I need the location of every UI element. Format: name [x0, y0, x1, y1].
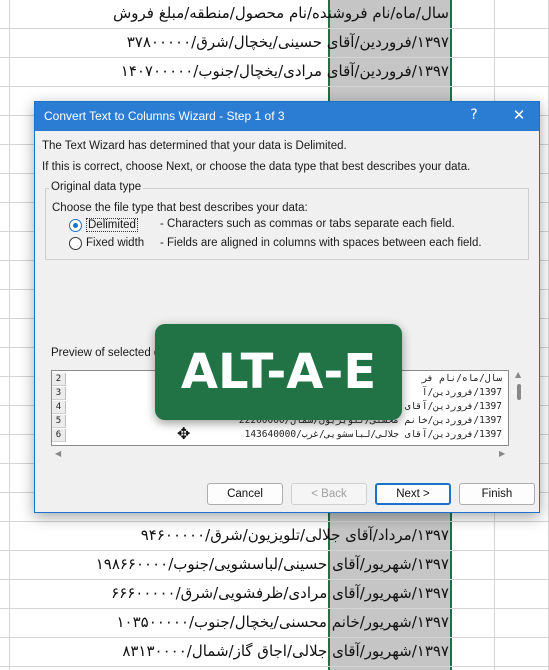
sheet-row[interactable]: ۱۳۹۷/شهریور/آقای حسینی/لباسشویی/جنوب/۱۹۸… [0, 551, 549, 580]
help-icon[interactable]: ? [465, 107, 483, 123]
scroll-right-icon[interactable]: ▶ [499, 449, 505, 458]
preview-row-number: 5 [52, 415, 66, 428]
next-button[interactable]: Next > [375, 483, 451, 505]
scroll-left-icon[interactable]: ◀ [55, 449, 61, 458]
move-cursor-icon: ✥ [177, 424, 191, 443]
delimited-radio[interactable] [69, 219, 82, 232]
sheet-row[interactable]: ۱۳۹۷/شهریور/خانم محسنی/یخچال/جنوب/۱۰۳۵۰۰… [0, 609, 549, 638]
cell-text: ۱۳۹۷/شهریور/آقای مرادی/ظرفشویی/شرق/۶۶۶۰۰… [111, 584, 449, 602]
sheet-row[interactable]: سال/ماه/نام فروشنده/نام محصول/منطقه/مبلغ… [0, 0, 549, 29]
text-to-columns-dialog: Convert Text to Columns Wizard - Step 1 … [34, 101, 540, 513]
finish-button[interactable]: Finish [459, 483, 535, 505]
cell-text: ۱۳۹۷/فروردین/آقای حسینی/یخچال/شرق/۳۷۸۰۰۰… [126, 33, 449, 51]
cancel-button[interactable]: Cancel [207, 483, 283, 505]
fixed-width-description: - Fields are aligned in columns with spa… [160, 237, 482, 249]
cell-text: ۱۳۹۷/شهریور/آقای جلالی/اجاق گاز/شمال/۸۳۱… [122, 642, 449, 660]
cell-text: ۱۳۹۷/شهریور/آقای حسینی/لباسشویی/جنوب/۱۹۸… [95, 555, 449, 573]
dialog-titlebar[interactable]: Convert Text to Columns Wizard - Step 1 … [35, 102, 539, 131]
sheet-row[interactable]: ۱۳۹۷/مرداد/آقای جلالی/تلویزیون/شرق/۹۴۶۰۰… [0, 522, 549, 551]
choose-label: Choose the file type that best describes… [52, 202, 308, 214]
dialog-title: Convert Text to Columns Wizard - Step 1 … [44, 109, 285, 123]
intro-text-2: If this is correct, choose Next, or choo… [42, 161, 471, 173]
close-icon[interactable]: ✕ [509, 106, 529, 124]
group-label: Original data type [49, 181, 144, 193]
cell-text: ۱۳۹۷/شهریور/خانم محسنی/یخچال/جنوب/۱۰۳۵۰۰… [116, 613, 449, 631]
preview-row-text: 1397/فروردین/آقای جلالی/لباسشویی/غرب/143… [244, 429, 502, 440]
preview-row-text: 1397/فروردین/آ [421, 387, 502, 398]
cell-text: ۱۳۹۷/مرداد/آقای جلالی/تلویزیون/شرق/۹۴۶۰۰… [140, 526, 449, 544]
preview-vertical-scrollbar[interactable]: ▲ [514, 370, 524, 446]
delimited-label[interactable]: Delimited [86, 218, 138, 232]
preview-label: Preview of selected d [51, 347, 161, 359]
intro-text-1: The Text Wizard has determined that your… [42, 140, 347, 152]
preview-row-number: 3 [52, 387, 66, 400]
fixed-width-radio[interactable] [69, 237, 82, 250]
preview-row-text: 1397/فروردین/آقای [404, 401, 502, 412]
sheet-row[interactable]: ۱۳۹۷/شهریور/آقای جلالی/اجاق گاز/شمال/۸۳۱… [0, 638, 549, 667]
scroll-thumb[interactable] [517, 384, 521, 400]
cell-text: ۱۳۹۷/فروردین/آقای مرادی/یخچال/جنوب/۱۴۰۷۰… [120, 62, 449, 80]
fixed-width-label[interactable]: Fixed width [86, 237, 144, 249]
preview-row-number: 4 [52, 401, 66, 414]
preview-row-number: 2 [52, 373, 66, 386]
cell-text: سال/ماه/نام فروشنده/نام محصول/منطقه/مبلغ… [112, 4, 449, 22]
preview-row-text: سال/ماه/نام فر [421, 373, 502, 384]
preview-horizontal-scrollbar[interactable]: ◀ ▶ [51, 449, 509, 459]
scroll-up-icon[interactable]: ▲ [515, 370, 521, 379]
preview-row-number: 6 [52, 429, 66, 442]
back-button[interactable]: < Back [291, 483, 367, 505]
sheet-row[interactable]: ۱۳۹۷/فروردین/آقای حسینی/یخچال/شرق/۳۷۸۰۰۰… [0, 29, 549, 58]
sheet-row[interactable]: ۱۳۹۷/فروردین/آقای مرادی/یخچال/جنوب/۱۴۰۷۰… [0, 58, 549, 87]
shortcut-overlay-badge: ALT-A-E [155, 324, 402, 420]
delimited-description: - Characters such as commas or tabs sepa… [160, 218, 455, 230]
sheet-row[interactable]: ۱۳۹۷/شهریور/آقای مرادی/ظرفشویی/شرق/۶۶۶۰۰… [0, 580, 549, 609]
